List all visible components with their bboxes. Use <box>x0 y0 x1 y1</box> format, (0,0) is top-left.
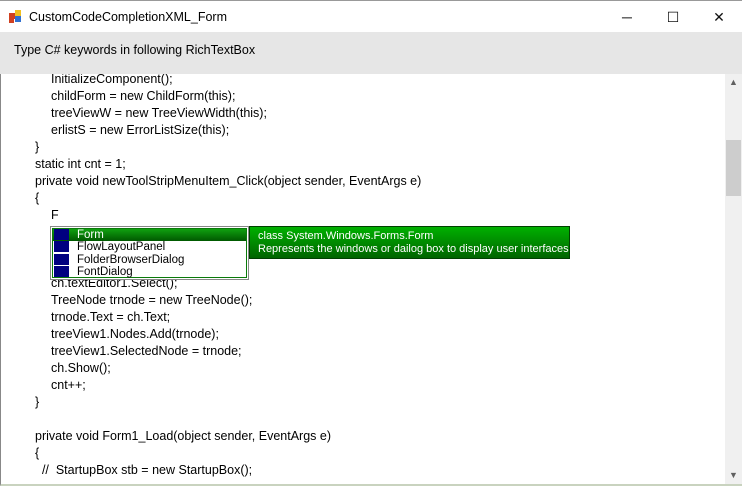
scroll-down-icon[interactable]: ▼ <box>725 467 742 484</box>
class-icon <box>54 241 69 253</box>
class-icon <box>54 229 69 240</box>
code-line: TreeNode trnode = new TreeNode(); <box>51 293 253 307</box>
completion-item[interactable]: FolderBrowserDialog <box>53 253 246 266</box>
code-line: cnt++; <box>51 378 86 392</box>
code-line: treeView1.Nodes.Add(trnode); <box>51 327 219 341</box>
scroll-thumb[interactable] <box>726 140 741 196</box>
minimize-button[interactable]: ─ <box>604 1 650 33</box>
completion-item[interactable]: FlowLayoutPanel <box>53 241 246 253</box>
code-line: static int cnt = 1; <box>35 157 126 171</box>
code-line: childForm = new ChildForm(this); <box>51 89 236 103</box>
code-line: // StartupBox stb = new StartupBox(); <box>35 463 253 477</box>
vertical-scrollbar[interactable]: ▲ ▼ <box>725 74 742 484</box>
completion-item-label: FontDialog <box>77 265 133 278</box>
code-line: } <box>35 395 40 409</box>
code-line: private void newToolStripMenuItem_Click(… <box>35 174 422 188</box>
code-line: trnode.Text = ch.Text; <box>51 310 171 324</box>
code-line: InitializeComponent(); <box>51 74 173 86</box>
code-line: treeView1.SelectedNode = trnode; <box>51 344 242 358</box>
code-line: erlistS = new ErrorListSize(this); <box>51 123 230 137</box>
code-line: { <box>35 191 40 205</box>
code-line: } <box>35 140 40 154</box>
code-line: private void Form1_Load(object sender, E… <box>35 429 331 443</box>
code-line: { <box>35 446 40 460</box>
scroll-up-icon[interactable]: ▲ <box>725 74 742 91</box>
class-icon <box>54 265 69 277</box>
instruction-label: Type C# keywords in following RichTextBo… <box>14 43 256 57</box>
title-bar: CustomCodeCompletionXML_Form ─ ☐ ✕ <box>0 0 742 32</box>
instruction-panel: Type C# keywords in following RichTextBo… <box>0 32 742 74</box>
completion-item-label: Form <box>77 229 104 241</box>
tooltip-signature: class System.Windows.Forms.Form <box>258 230 434 242</box>
tooltip-description: Represents the windows or dailog box to … <box>258 243 569 255</box>
completion-item-label: FlowLayoutPanel <box>77 241 166 254</box>
completion-item-label: FolderBrowserDialog <box>77 253 185 266</box>
maximize-button[interactable]: ☐ <box>650 1 696 33</box>
completion-tooltip: class System.Windows.Forms.Form Represen… <box>249 226 570 259</box>
close-button[interactable]: ✕ <box>696 1 742 33</box>
completion-list[interactable]: Form FlowLayoutPanel FolderBrowserDialog Fo… <box>50 226 249 280</box>
class-icon <box>54 253 69 265</box>
code-line: treeViewW = new TreeViewWidth(this); <box>51 106 267 120</box>
code-line: ch.Show(); <box>51 361 111 375</box>
window-title: CustomCodeCompletionXML_Form <box>29 10 227 24</box>
completion-item[interactable]: FontDialog <box>53 265 246 278</box>
code-line: F <box>51 208 59 222</box>
app-icon <box>9 10 22 23</box>
completion-item[interactable]: Form <box>53 229 246 242</box>
rich-text-box[interactable]: InitializeComponent(); childForm = new Ch… <box>0 74 742 486</box>
